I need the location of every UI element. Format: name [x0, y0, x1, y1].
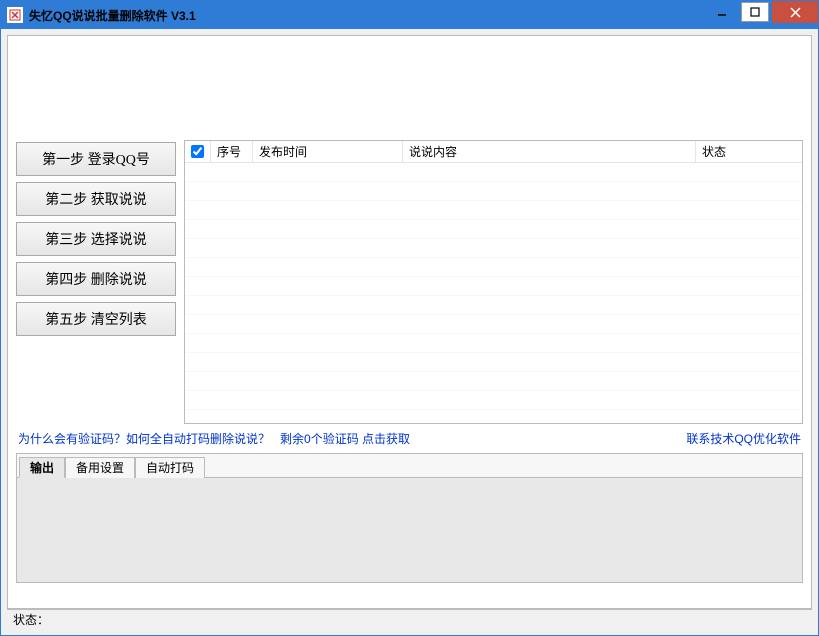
col-pad [786, 141, 802, 162]
app-window: 失忆QQ说说批量删除软件 V3.1 第一步 登录QQ号 第二步 获取说说 第三步… [0, 0, 819, 636]
tabs-strip: 输出 备用设置 自动打码 [17, 454, 802, 478]
maximize-button[interactable] [741, 2, 769, 22]
titlebar[interactable]: 失忆QQ说说批量删除软件 V3.1 [1, 1, 818, 29]
minimize-button[interactable] [706, 1, 738, 23]
data-table: 序号 发布时间 说说内容 状态 [184, 140, 803, 424]
link-why-captcha[interactable]: 为什么会有验证码？ [18, 430, 126, 447]
col-checkbox[interactable] [185, 141, 211, 162]
close-button[interactable] [772, 1, 818, 23]
col-status[interactable]: 状态 [696, 141, 786, 162]
tab-content-output[interactable] [17, 478, 802, 582]
window-controls [706, 1, 818, 29]
link-contact[interactable]: 联系技术QQ优化软件 [686, 430, 801, 447]
client-area: 第一步 登录QQ号 第二步 获取说说 第三步 选择说说 第四步 删除说说 第五步… [1, 29, 818, 635]
statusbar: 状态： [7, 609, 812, 629]
mid-row: 第一步 登录QQ号 第二步 获取说说 第三步 选择说说 第四步 删除说说 第五步… [16, 140, 803, 424]
tab-output[interactable]: 输出 [19, 457, 65, 478]
main-panel: 第一步 登录QQ号 第二步 获取说说 第三步 选择说说 第四步 删除说说 第五步… [7, 35, 812, 609]
tab-backup-settings[interactable]: 备用设置 [65, 457, 135, 478]
step3-select-button[interactable]: 第三步 选择说说 [16, 222, 176, 256]
select-all-checkbox[interactable] [191, 145, 204, 158]
tab-auto-captcha[interactable]: 自动打码 [135, 457, 205, 478]
steps-column: 第一步 登录QQ号 第二步 获取说说 第三步 选择说说 第四步 删除说说 第五步… [16, 140, 176, 424]
statusbar-label: 状态： [13, 611, 49, 628]
col-time[interactable]: 发布时间 [253, 141, 403, 162]
links-left: 为什么会有验证码？ 如何全自动打码删除说说？ 剩余0个验证码 点击获取 [18, 430, 410, 447]
step4-delete-button[interactable]: 第四步 删除说说 [16, 262, 176, 296]
step5-clear-button[interactable]: 第五步 清空列表 [16, 302, 176, 336]
step1-login-button[interactable]: 第一步 登录QQ号 [16, 142, 176, 176]
top-banner [16, 44, 803, 140]
link-auto-captcha[interactable]: 如何全自动打码删除说说？ [126, 430, 270, 447]
table-body[interactable] [185, 163, 802, 423]
col-content[interactable]: 说说内容 [403, 141, 696, 162]
link-remaining-captcha[interactable]: 剩余0个验证码 点击获取 [280, 430, 410, 447]
links-row: 为什么会有验证码？ 如何全自动打码删除说说？ 剩余0个验证码 点击获取 联系技术… [16, 424, 803, 451]
col-seq[interactable]: 序号 [211, 141, 253, 162]
table-header: 序号 发布时间 说说内容 状态 [185, 141, 802, 163]
window-title: 失忆QQ说说批量删除软件 V3.1 [29, 7, 706, 24]
step2-fetch-button[interactable]: 第二步 获取说说 [16, 182, 176, 216]
bottom-tabs: 输出 备用设置 自动打码 [16, 453, 803, 583]
app-icon [7, 7, 23, 23]
